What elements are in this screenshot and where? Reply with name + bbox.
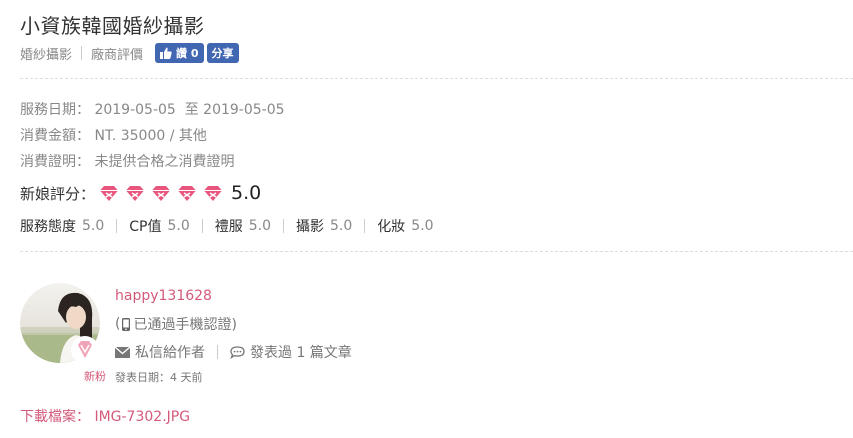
sub-rating-item: CP值 5.0 [129, 216, 189, 236]
sub-rating-divider [116, 219, 118, 233]
author-posts-label: 發表過 1 篇文章 [250, 345, 352, 361]
author-badge-label: 新粉 [84, 370, 106, 383]
sub-rating-item: 禮服 5.0 [215, 216, 271, 236]
vendor-reviews-link[interactable]: 廠商評價 [91, 44, 143, 63]
sub-rating-divider [201, 219, 203, 233]
phone-verification: ( 已通過手機認證) [115, 314, 237, 334]
author-actions: 私信給作者 發表過 1 篇文章 [115, 342, 352, 362]
sub-rating-score: 5.0 [167, 218, 190, 234]
section-divider [20, 78, 853, 79]
newbie-badge-icon [71, 336, 99, 364]
author-posts-link[interactable]: 發表過 1 篇文章 [230, 342, 352, 362]
download-file-link[interactable]: IMG-7302.JPG [94, 409, 190, 425]
category-link[interactable]: 婚紗攝影 [20, 44, 72, 63]
sub-rating-item: 服務態度 5.0 [20, 216, 104, 236]
amount-label: 消費金額： [20, 128, 90, 144]
meta-divider [81, 46, 83, 60]
service-date-row: 服務日期： 2019-05-05 至 2019-05-05 [20, 99, 285, 119]
facebook-share-button[interactable]: 分享 [206, 43, 239, 63]
vendor-meta: 婚紗攝影 廠商評價 讚 0 分享 [20, 43, 239, 63]
vendor-title: 小資族韓國婚紗攝影 [20, 14, 205, 38]
sub-rating-label: 服務態度 [20, 219, 76, 235]
amount-row: 消費金額： NT. 35000 / 其他 [20, 125, 207, 145]
diamond-icon [152, 185, 171, 201]
diamond-icon [204, 185, 223, 201]
sub-rating-label: 攝影 [296, 219, 325, 235]
diamond-icon [126, 185, 145, 201]
comments-icon [230, 345, 245, 359]
facebook-like-button[interactable]: 讚 0 [155, 43, 204, 63]
sub-rating-score: 5.0 [330, 218, 353, 234]
bride-rating-label: 新娘評分： [20, 184, 96, 203]
sub-rating-score: 5.0 [248, 218, 272, 234]
message-author-label: 私信給作者 [135, 345, 205, 361]
thumbs-up-icon [160, 47, 172, 59]
rating-gems [99, 185, 229, 202]
mobile-phone-icon [122, 317, 131, 331]
sub-rating-label: 化妝 [377, 219, 406, 235]
diamond-icon [100, 185, 119, 201]
service-date-label: 服務日期： [20, 102, 90, 118]
proof-row: 消費證明： 未提供合格之消費證明 [20, 151, 234, 171]
amount-value: NT. 35000 / 其他 [94, 128, 207, 144]
proof-value: 未提供合格之消費證明 [94, 154, 235, 170]
section-divider [20, 251, 853, 252]
sub-rating-divider [283, 219, 285, 233]
bride-rating: 新娘評分： 5.0 [20, 182, 261, 204]
sub-rating-item: 攝影 5.0 [296, 216, 352, 236]
sub-rating-score: 5.0 [411, 218, 434, 234]
sub-rating-label: 禮服 [214, 219, 243, 235]
sub-rating-score: 5.0 [82, 218, 105, 234]
actions-divider [217, 345, 218, 359]
download-row: 下載檔案： IMG-7302.JPG [20, 406, 190, 426]
sub-rating-item: 化妝 5.0 [377, 216, 433, 236]
verify-text: 已通過手機認證) [133, 317, 237, 333]
proof-label: 消費證明： [20, 154, 90, 170]
diamond-icon [178, 185, 197, 201]
author-avatar-wrap[interactable] [20, 283, 100, 364]
sub-rating-label: CP值 [129, 219, 162, 235]
service-date-value: 2019-05-05 至 2019-05-05 [94, 102, 285, 118]
download-label: 下載檔案： [20, 409, 90, 425]
envelope-icon [115, 346, 130, 358]
message-author-link[interactable]: 私信給作者 [115, 342, 205, 362]
sub-ratings: 服務態度 5.0 CP值 5.0 禮服 5.0 攝影 5.0 化妝 5.0 [20, 216, 434, 236]
verify-open-paren: ( [115, 316, 121, 332]
bride-rating-score: 5.0 [231, 182, 262, 204]
post-date: 發表日期：4 天前 [115, 371, 203, 384]
facebook-like-label: 讚 0 [176, 47, 199, 60]
sub-rating-divider [364, 219, 366, 233]
author-username[interactable]: happy131628 [115, 288, 212, 304]
